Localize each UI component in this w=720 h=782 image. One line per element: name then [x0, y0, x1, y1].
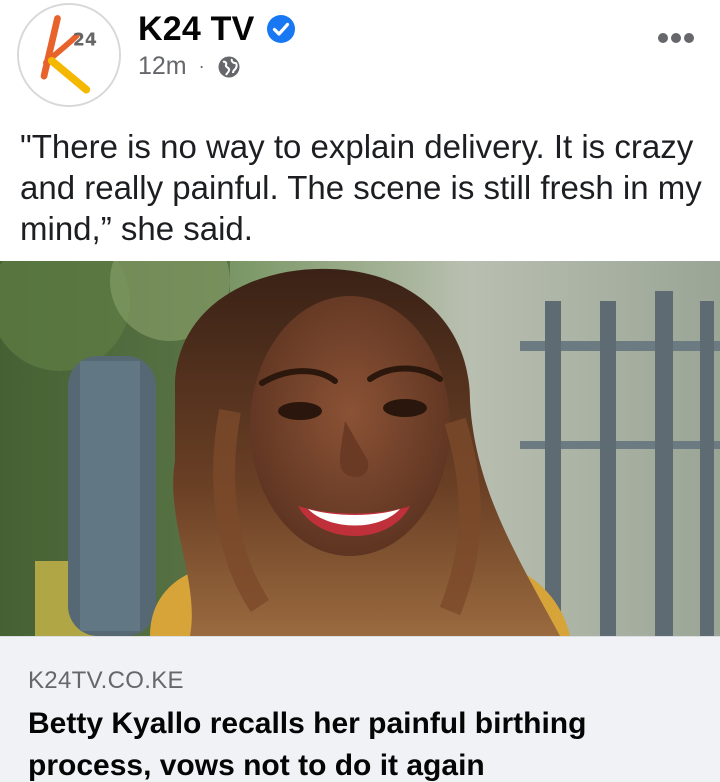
svg-text:24: 24: [73, 30, 97, 50]
page-name[interactable]: K24 TV: [138, 10, 254, 49]
more-dot-icon: [671, 33, 681, 43]
post-meta: 12m ·: [138, 52, 241, 81]
post-timestamp[interactable]: 12m: [138, 52, 187, 81]
link-preview-image[interactable]: [0, 261, 720, 636]
meta-separator: ·: [198, 56, 205, 76]
link-domain: K24TV.CO.KE: [28, 667, 184, 694]
more-options-button[interactable]: [658, 30, 698, 43]
more-dot-icon: [684, 33, 694, 43]
more-dot-icon: [658, 33, 668, 43]
post-text: "There is no way to explain delivery. It…: [20, 128, 702, 247]
k24-logo-icon: 24: [19, 5, 119, 105]
page-avatar[interactable]: 24: [17, 3, 121, 107]
verified-badge-icon: [267, 15, 295, 43]
post-header: 24 K24 TV 12m ·: [0, 0, 720, 112]
globe-icon: [218, 56, 240, 77]
link-title[interactable]: Betty Kyallo recalls her painful birthin…: [28, 703, 688, 782]
link-preview-card[interactable]: K24TV.CO.KE Betty Kyallo recalls her pai…: [0, 636, 720, 782]
woman-smiling-photo: [0, 261, 720, 636]
